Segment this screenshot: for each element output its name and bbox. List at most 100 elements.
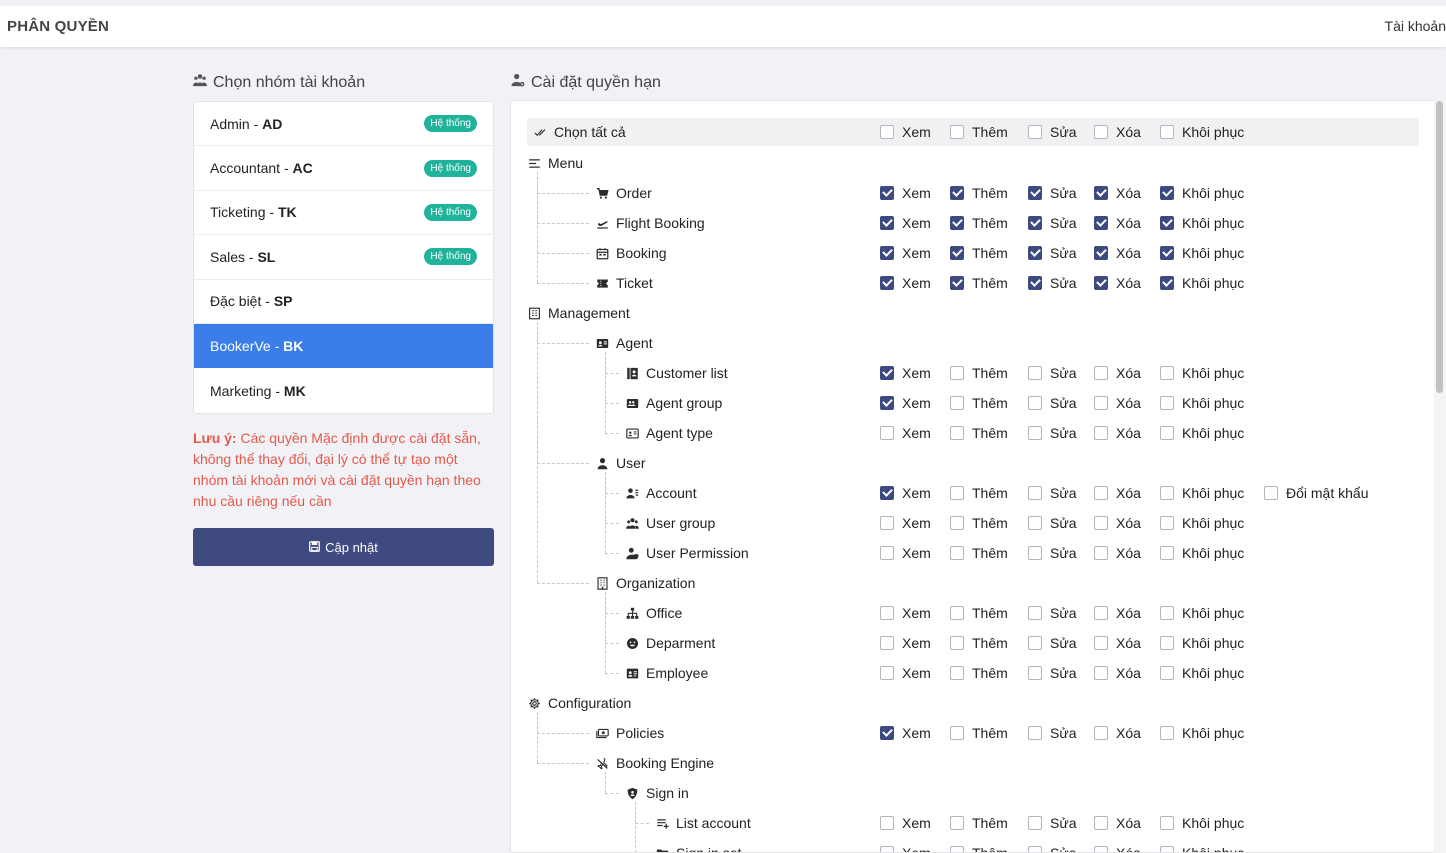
tree-node-label[interactable]: Ticket (595, 268, 653, 298)
checkbox[interactable] (1028, 516, 1042, 530)
checkbox[interactable] (880, 726, 894, 740)
perm-sửa-checkbox[interactable]: Sửa (1028, 598, 1077, 628)
checkbox[interactable] (950, 636, 964, 650)
checkbox[interactable] (880, 546, 894, 560)
permission-panel-scrollbar[interactable] (1434, 100, 1446, 853)
checkbox[interactable] (880, 846, 894, 852)
checkbox[interactable] (1028, 846, 1042, 852)
checkbox[interactable] (1028, 246, 1042, 260)
perm-khôi phục-checkbox[interactable]: Khôi phục (1160, 628, 1244, 658)
perm-thêm-checkbox[interactable]: Thêm (950, 538, 1008, 568)
perm-thêm-checkbox[interactable]: Thêm (950, 718, 1008, 748)
tree-node-label[interactable]: Booking (595, 238, 667, 268)
group-item-ad[interactable]: Admin - AD Hệ thống (194, 102, 493, 147)
checkbox[interactable] (950, 546, 964, 560)
perm-xóa-checkbox[interactable]: Xóa (1094, 268, 1141, 298)
checkbox[interactable] (1094, 366, 1108, 380)
perm-thêm-checkbox[interactable]: Thêm (950, 508, 1008, 538)
checkbox[interactable] (1094, 816, 1108, 830)
checkbox[interactable] (1264, 486, 1278, 500)
perm-thêm-checkbox[interactable]: Thêm (950, 418, 1008, 448)
checkbox[interactable] (950, 276, 964, 290)
perm-xem-checkbox[interactable]: Xem (880, 808, 931, 838)
group-item-sp[interactable]: Đặc biệt - SP (194, 280, 493, 324)
checkbox[interactable] (1094, 546, 1108, 560)
group-item-mk[interactable]: Marketing - MK (194, 368, 493, 412)
checkbox[interactable] (950, 726, 964, 740)
tree-node-label[interactable]: Employee (625, 658, 708, 688)
checkbox[interactable] (950, 396, 964, 410)
checkbox[interactable] (1160, 486, 1174, 500)
checkbox[interactable] (880, 516, 894, 530)
perm-sửa-checkbox[interactable]: Sửa (1028, 238, 1077, 268)
checkbox[interactable] (1160, 726, 1174, 740)
perm-khôi phục-checkbox[interactable]: Khôi phục (1160, 718, 1244, 748)
perm-khôi phục-checkbox[interactable]: Khôi phục (1160, 508, 1244, 538)
perm-xóa-checkbox[interactable]: Xóa (1094, 658, 1141, 688)
perm-sửa-checkbox[interactable]: Sửa (1028, 718, 1077, 748)
checkbox[interactable] (1028, 486, 1042, 500)
checkbox[interactable] (950, 816, 964, 830)
perm-khôi phục-checkbox[interactable]: Khôi phục (1160, 388, 1244, 418)
perm-xóa-checkbox[interactable]: Xóa (1094, 538, 1141, 568)
checkbox[interactable] (1160, 606, 1174, 620)
perm-thêm-checkbox[interactable]: Thêm (950, 178, 1008, 208)
checkbox[interactable] (880, 636, 894, 650)
perm-khôi phục-checkbox[interactable]: Khôi phục (1160, 118, 1244, 146)
tree-node-label[interactable]: User Permission (625, 538, 749, 568)
perm-sửa-checkbox[interactable]: Sửa (1028, 208, 1077, 238)
group-item-ac[interactable]: Accountant - AC Hệ thống (194, 146, 493, 191)
perm-xem-checkbox[interactable]: Xem (880, 118, 931, 146)
tree-node-label[interactable]: Account (625, 478, 697, 508)
checkbox[interactable] (880, 216, 894, 230)
tree-node-label[interactable]: Agent group (625, 388, 722, 418)
perm-sửa-checkbox[interactable]: Sửa (1028, 538, 1077, 568)
checkbox[interactable] (1094, 726, 1108, 740)
perm-xóa-checkbox[interactable]: Xóa (1094, 508, 1141, 538)
scrollbar-thumb[interactable] (1436, 101, 1443, 393)
tree-node-label[interactable]: Office (625, 598, 682, 628)
perm-xem-checkbox[interactable]: Xem (880, 598, 931, 628)
perm-khôi phục-checkbox[interactable]: Khôi phục (1160, 808, 1244, 838)
checkbox[interactable] (880, 246, 894, 260)
checkbox[interactable] (1028, 366, 1042, 380)
checkbox[interactable] (1028, 726, 1042, 740)
checkbox[interactable] (1160, 816, 1174, 830)
group-item-tk[interactable]: Ticketing - TK Hệ thống (194, 191, 493, 236)
perm-khôi phục-checkbox[interactable]: Khôi phục (1160, 538, 1244, 568)
tree-node-label[interactable]: Flight Booking (595, 208, 705, 238)
perm-sửa-checkbox[interactable]: Sửa (1028, 358, 1077, 388)
perm-thêm-checkbox[interactable]: Thêm (950, 238, 1008, 268)
perm-xem-checkbox[interactable]: Xem (880, 838, 931, 852)
perm-khôi phục-checkbox[interactable]: Khôi phục (1160, 598, 1244, 628)
perm-sửa-checkbox[interactable]: Sửa (1028, 508, 1077, 538)
perm-thêm-checkbox[interactable]: Thêm (950, 388, 1008, 418)
checkbox[interactable] (1094, 606, 1108, 620)
perm-khôi phục-checkbox[interactable]: Khôi phục (1160, 418, 1244, 448)
checkbox[interactable] (1160, 846, 1174, 852)
checkbox[interactable] (1160, 125, 1174, 139)
checkbox[interactable] (950, 366, 964, 380)
checkbox[interactable] (1094, 486, 1108, 500)
tree-node-label[interactable]: Deparment (625, 628, 715, 658)
perm-xem-checkbox[interactable]: Xem (880, 538, 931, 568)
perm-thêm-checkbox[interactable]: Thêm (950, 268, 1008, 298)
checkbox[interactable] (1160, 396, 1174, 410)
checkbox[interactable] (950, 426, 964, 440)
perm-xóa-checkbox[interactable]: Xóa (1094, 478, 1141, 508)
perm-thêm-checkbox[interactable]: Thêm (950, 808, 1008, 838)
perm-xóa-checkbox[interactable]: Xóa (1094, 208, 1141, 238)
checkbox[interactable] (1094, 396, 1108, 410)
update-button[interactable]: Cập nhật (193, 528, 494, 566)
perm-xem-checkbox[interactable]: Xem (880, 388, 931, 418)
checkbox[interactable] (1160, 246, 1174, 260)
checkbox[interactable] (1094, 636, 1108, 650)
checkbox[interactable] (950, 186, 964, 200)
tree-node-label[interactable]: Order (595, 178, 652, 208)
checkbox[interactable] (1094, 516, 1108, 530)
perm-xóa-checkbox[interactable]: Xóa (1094, 178, 1141, 208)
tree-node-label[interactable]: Chọn tất cả (533, 118, 626, 146)
checkbox[interactable] (1094, 276, 1108, 290)
checkbox[interactable] (950, 846, 964, 852)
perm-xem-checkbox[interactable]: Xem (880, 358, 931, 388)
